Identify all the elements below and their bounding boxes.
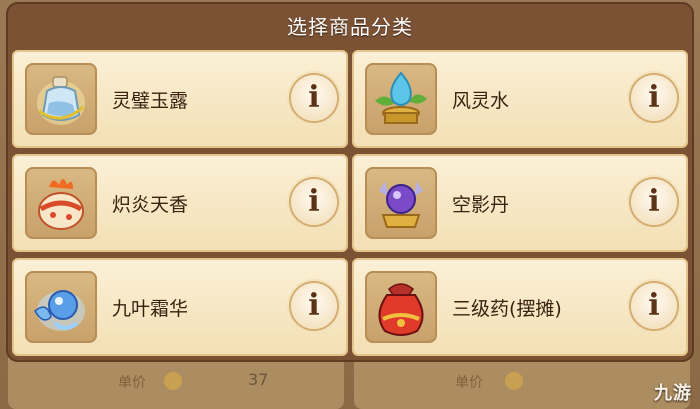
wind-spirit-water-icon	[365, 63, 437, 135]
info-icon: i	[648, 288, 660, 323]
dialog-title-bar: 选择商品分类	[6, 2, 694, 46]
frost-flower-icon	[25, 271, 97, 343]
category-card-blazing-incense[interactable]: 炽炎天香 i	[12, 154, 348, 252]
info-button[interactable]: i	[291, 283, 337, 329]
info-icon: i	[308, 184, 320, 219]
info-button[interactable]: i	[291, 75, 337, 121]
info-icon: i	[308, 288, 320, 323]
category-select-dialog: 选择商品分类 灵璧玉露 i 风灵水 i 炽炎天香 i 空影丹 i 九叶霜华 i …	[6, 2, 694, 362]
watermark-logo: 九游	[654, 383, 692, 404]
info-button[interactable]: i	[631, 179, 677, 225]
category-card-wind-spirit-water[interactable]: 风灵水 i	[352, 50, 688, 148]
info-button[interactable]: i	[291, 179, 337, 225]
void-shadow-pill-icon	[365, 167, 437, 239]
info-icon: i	[308, 80, 320, 115]
category-card-frost-flower[interactable]: 九叶霜华 i	[12, 258, 348, 356]
info-icon: i	[648, 184, 660, 219]
category-card-void-shadow-pill[interactable]: 空影丹 i	[352, 154, 688, 252]
category-label: 九叶霜华	[112, 298, 189, 320]
dialog-title: 选择商品分类	[287, 15, 413, 39]
category-label: 炽炎天香	[112, 194, 189, 216]
info-button[interactable]: i	[631, 75, 677, 121]
info-button[interactable]: i	[631, 283, 677, 329]
blazing-incense-icon	[25, 167, 97, 239]
jade-dew-bottle-icon	[25, 63, 97, 135]
background-price-value-left: 37	[248, 370, 269, 389]
medicine-pouch-icon	[365, 271, 437, 343]
category-card-medicine-pouch[interactable]: 三级药(摆摊) i	[352, 258, 688, 356]
category-label: 风灵水	[452, 90, 510, 112]
category-label: 空影丹	[452, 194, 510, 216]
category-label: 三级药(摆摊)	[452, 298, 562, 320]
category-card-jade-dew[interactable]: 灵璧玉露 i	[12, 50, 348, 148]
info-icon: i	[648, 80, 660, 115]
category-label: 灵璧玉露	[112, 90, 189, 112]
coin-icon	[505, 372, 523, 390]
background-price-label-left: 单价	[118, 375, 146, 391]
background-price-label-right: 单价	[455, 375, 483, 391]
category-grid: 灵璧玉露 i 风灵水 i 炽炎天香 i 空影丹 i 九叶霜华 i 三级药(摆摊)…	[12, 50, 688, 356]
coin-icon	[164, 372, 182, 390]
